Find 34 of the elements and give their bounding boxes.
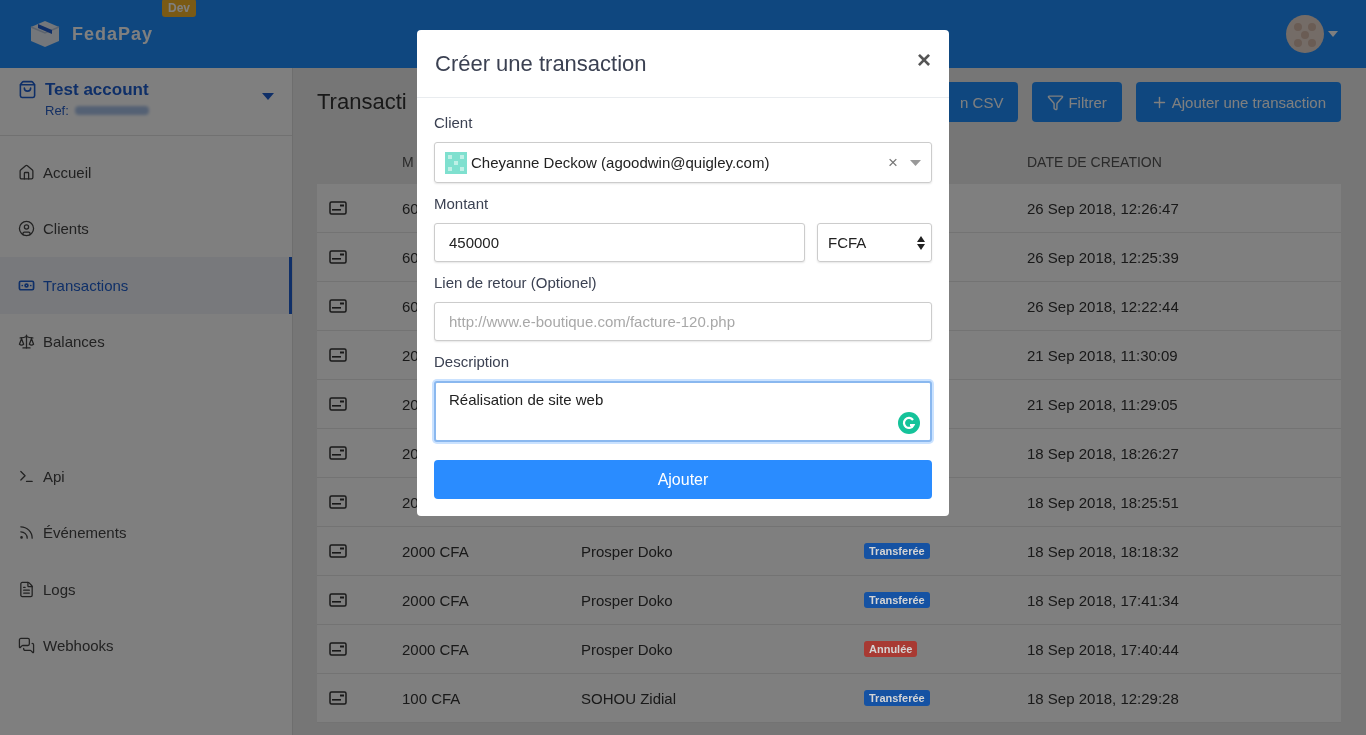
date-cell-text: 26 Sep 2018, 12:22:44 [1027, 297, 1180, 315]
environment-badge: Dev [162, 0, 196, 17]
amount-cell-text: 2000 CFA [402, 640, 470, 658]
status-tag: Transferée [864, 592, 930, 608]
date-cell-text: 18 Sep 2018, 18:26:27 [1027, 444, 1180, 462]
date-cell-text: 26 Sep 2018, 12:25:39 [1027, 248, 1180, 266]
status-tag: Transferée [864, 543, 930, 559]
column-header: M [402, 154, 414, 170]
status-tag: Annulée [864, 641, 918, 657]
amount-cell-text: 100 CFA [402, 689, 462, 707]
date-cell-text: 21 Sep 2018, 11:30:09 [1027, 346, 1179, 364]
modal-title: Créer une transaction [435, 50, 647, 77]
field-label: Client [434, 114, 474, 131]
date-cell-text: 26 Sep 2018, 12:26:47 [1027, 199, 1180, 217]
field-label: Description [434, 353, 511, 370]
date-cell-text: 18 Sep 2018, 18:18:32 [1027, 542, 1180, 560]
reference-label: Ref: [45, 103, 69, 118]
column-header: DATE DE CREATION [1027, 154, 1162, 170]
client-cell-text: SOHOU Zidial [581, 689, 678, 707]
brand-name: FedaPay [72, 23, 154, 45]
date-cell-text: 21 Sep 2018, 11:29:05 [1027, 395, 1179, 413]
client-cell-text: Prosper Doko [581, 640, 674, 658]
field-label: Lien de retour (Optionel) [434, 274, 598, 291]
date-cell-text: 18 Sep 2018, 17:41:34 [1027, 591, 1180, 609]
field-label: Montant [434, 195, 490, 212]
client-cell-text: Prosper Doko [581, 542, 674, 560]
amount-cell-text: 2000 CFA [402, 542, 470, 560]
date-cell-text: 18 Sep 2018, 18:25:51 [1027, 493, 1180, 511]
client-cell-text: Prosper Doko [581, 591, 674, 609]
date-cell-text: 18 Sep 2018, 12:29:28 [1027, 689, 1180, 707]
amount-cell-text: 2000 CFA [402, 591, 470, 609]
date-cell-text: 18 Sep 2018, 17:40:44 [1027, 640, 1180, 658]
page-title: Transacti [317, 89, 408, 115]
status-tag: Transferée [864, 690, 930, 706]
